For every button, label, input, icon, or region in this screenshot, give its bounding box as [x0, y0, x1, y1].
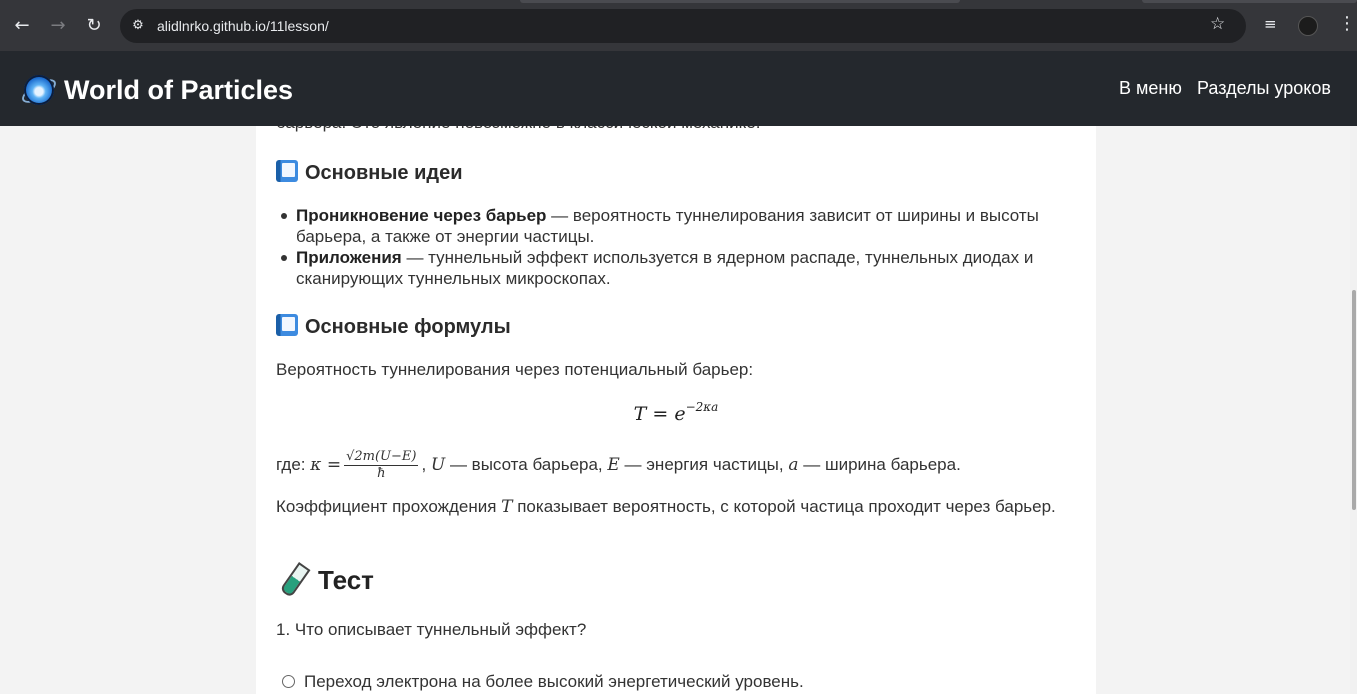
lesson-content: барьера. Это явление невозможно в класси… — [256, 51, 1096, 694]
site-info-icon[interactable]: ⚙ — [129, 17, 147, 35]
list-item: Проникновение через барьер — вероятность… — [281, 205, 1076, 247]
formula-definitions: где: κ = √2m(U−E) ħ, U — высота барьера, E… — [276, 449, 961, 481]
scrollbar-thumb[interactable] — [1352, 290, 1356, 510]
coefficient-paragraph: Коэффициент прохождения T показывает вер… — [276, 497, 1056, 517]
browser-menu-icon[interactable]: ⋮ — [1338, 13, 1356, 34]
answer-option[interactable]: Переход электрона на более высокий энерг… — [282, 672, 804, 692]
ideas-heading: Основные идеи — [276, 160, 463, 185]
nav-menu-link[interactable]: В меню — [1119, 77, 1182, 99]
ideas-list: Проникновение через барьер — вероятность… — [281, 205, 1076, 289]
question-text: 1. Что описывает туннельный эффект? — [276, 620, 587, 639]
nav-sections-link[interactable]: Разделы уроков — [1197, 77, 1331, 99]
site-brand[interactable]: World of Particles — [64, 73, 293, 107]
url-text[interactable]: alidlnrko.github.io/11lesson/ — [157, 17, 329, 35]
blue-book-icon — [276, 314, 298, 336]
test-heading: Тест — [276, 563, 374, 596]
transmission-formula: T = e−2κa — [633, 400, 719, 425]
test-tube-icon — [276, 563, 308, 595]
idea-text: — туннельный эффект используется в ядерн… — [296, 248, 1034, 288]
list-item: Приложения — туннельный эффект используе… — [281, 247, 1076, 289]
idea-term: Приложения — [296, 248, 402, 267]
bookmark-star-icon[interactable]: ☆ — [1210, 14, 1225, 34]
site-header: World of Particles В меню Разделы уроков — [0, 51, 1357, 126]
profile-avatar[interactable] — [1298, 16, 1318, 36]
reload-icon[interactable]: ↻ — [81, 13, 107, 39]
back-icon[interactable]: ← — [9, 13, 35, 39]
idea-term: Проникновение через барьер — [296, 206, 547, 225]
radio-button[interactable] — [282, 675, 295, 688]
media-controls-icon[interactable]: ≡ — [1264, 15, 1277, 33]
blue-book-icon — [276, 160, 298, 182]
tab-edge — [1142, 0, 1357, 3]
probability-intro: Вероятность туннелирования через потенци… — [276, 360, 754, 379]
formulas-heading: Основные формулы — [276, 314, 511, 339]
atom-logo-icon[interactable] — [24, 75, 54, 105]
formula-exponent: −2κa — [685, 400, 719, 414]
forward-icon[interactable]: → — [45, 13, 71, 39]
tab-edge — [520, 0, 960, 3]
kappa-fraction: √2m(U−E) ħ — [344, 449, 419, 481]
